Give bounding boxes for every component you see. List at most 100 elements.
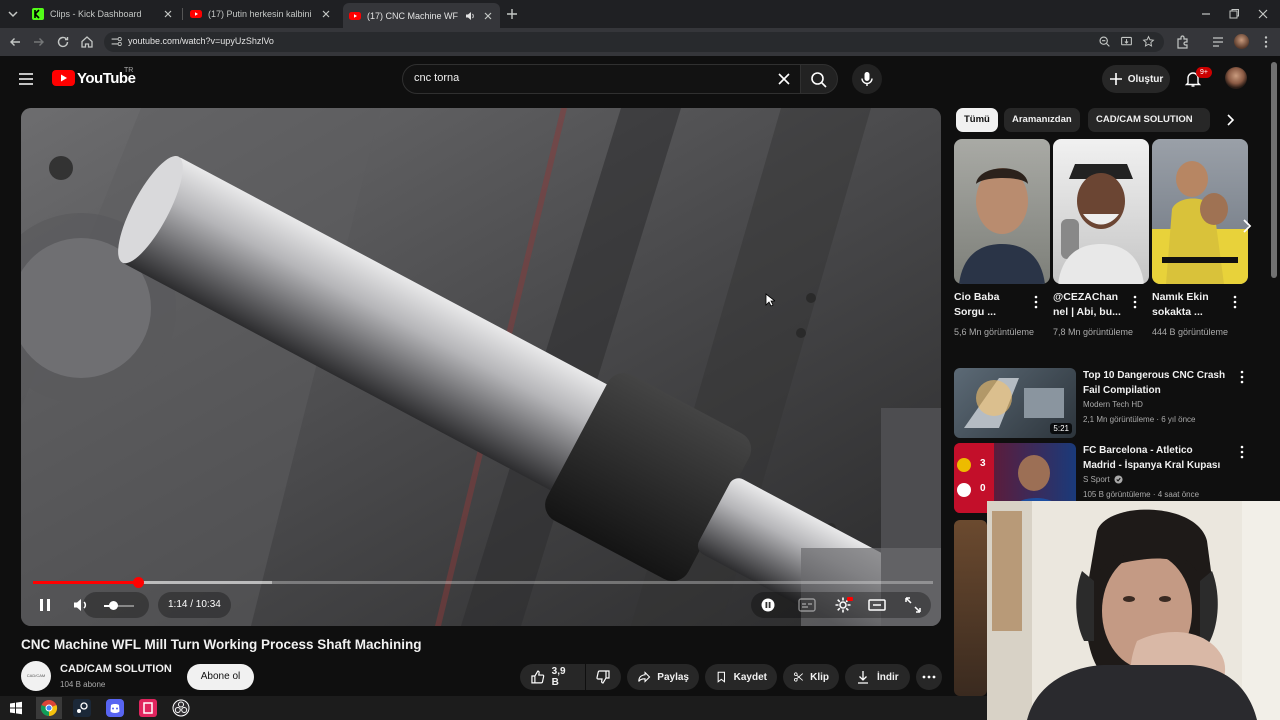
chrome-icon[interactable] [40, 699, 58, 717]
progress-played [33, 581, 139, 584]
subscribe-button[interactable]: Abone ol [187, 664, 254, 690]
short-title[interactable]: @CEZAChan nel | Abi, bu... [1053, 290, 1125, 320]
tab-title: (17) CNC Machine WFL Mill [367, 10, 458, 21]
new-tab-icon[interactable] [504, 6, 520, 22]
chip-from-search[interactable]: Aramanızdan [1004, 108, 1080, 132]
forward-icon[interactable] [31, 34, 47, 50]
search-button[interactable] [800, 64, 838, 94]
volume-knob[interactable] [109, 601, 118, 610]
more-vert-icon[interactable] [1237, 445, 1247, 459]
dislike-icon [596, 670, 610, 684]
close-tab-icon[interactable] [482, 10, 494, 22]
reload-icon[interactable] [55, 34, 71, 50]
download-button[interactable]: İndir [845, 664, 910, 690]
youtube-logo-icon[interactable] [52, 70, 75, 86]
subtitles-icon[interactable] [797, 595, 817, 615]
channel-avatar[interactable]: CAD/CAM [21, 661, 51, 691]
subscriber-count: 104 B abone [60, 680, 106, 689]
bookmark-star-icon[interactable] [1142, 35, 1155, 48]
recommendation-thumbnail[interactable]: 5:21 [954, 368, 1076, 438]
pause-icon[interactable] [35, 595, 55, 615]
search-input[interactable] [402, 64, 801, 94]
account-avatar[interactable] [1225, 67, 1247, 89]
clear-icon[interactable] [776, 71, 792, 87]
video-player[interactable]: 1:14 / 10:34 [21, 108, 941, 626]
progress-bar[interactable] [33, 577, 933, 588]
zoom-icon[interactable] [1098, 35, 1111, 48]
like-button[interactable]: 3,9 B [520, 664, 585, 690]
volume-slider[interactable] [104, 601, 134, 610]
chevron-right-icon[interactable] [1222, 112, 1238, 128]
profile-avatar[interactable] [1234, 34, 1249, 49]
video-duration: 5:21 [1050, 423, 1072, 434]
restore-icon[interactable] [1227, 7, 1241, 21]
recommendation-thumbnail-partial[interactable] [954, 520, 987, 696]
download-label: İndir [877, 671, 899, 683]
download-icon [858, 671, 868, 684]
create-button[interactable]: Oluştur [1102, 65, 1170, 93]
tab-audio-icon[interactable] [464, 10, 476, 22]
recommendation-title[interactable]: FC Barcelona - Atletico Madrid - İspanya… [1083, 443, 1228, 473]
home-icon[interactable] [79, 34, 95, 50]
dislike-button[interactable] [586, 664, 621, 690]
windows-start-icon[interactable] [7, 699, 25, 717]
recommendation-channel[interactable]: S Sport [1083, 475, 1110, 484]
voice-search-button[interactable] [852, 64, 882, 94]
clip-label: Klip [810, 671, 829, 683]
url-text[interactable]: youtube.com/watch?v=upyUzShzlVo [128, 36, 274, 46]
more-vert-icon[interactable] [1031, 295, 1041, 309]
short-thumbnail[interactable] [1053, 139, 1149, 284]
steam-icon[interactable] [73, 699, 91, 717]
site-info-icon[interactable] [110, 35, 123, 48]
tab-cnc-video[interactable]: (17) CNC Machine WFL Mill [343, 3, 500, 28]
short-thumbnail[interactable] [954, 139, 1050, 284]
more-vert-icon[interactable] [1237, 370, 1247, 384]
reading-list-icon[interactable] [1210, 34, 1226, 50]
obs-icon[interactable] [172, 699, 190, 717]
bookmark-icon [717, 671, 725, 683]
extensions-icon[interactable] [1175, 34, 1191, 50]
chip-all[interactable]: Tümü [956, 108, 998, 132]
scrollbar-thumb[interactable] [1271, 62, 1277, 278]
channel-name[interactable]: CAD/CAM SOLUTION [60, 663, 172, 675]
short-title[interactable]: Namık Ekin sokakta ... [1152, 290, 1224, 320]
chip-channel[interactable]: CAD/CAM SOLUTION [1088, 108, 1210, 132]
more-actions-button[interactable] [916, 664, 942, 690]
share-button[interactable]: Paylaş [627, 664, 699, 690]
more-icon [922, 675, 936, 679]
install-app-icon[interactable] [1120, 35, 1133, 48]
settings-icon[interactable] [833, 595, 853, 615]
time-display: 1:14 / 10:34 [158, 592, 231, 618]
more-vert-icon[interactable] [1130, 295, 1140, 309]
volume-icon[interactable] [71, 595, 91, 615]
clip-button[interactable]: Klip [783, 664, 839, 690]
score-away: 0 [980, 483, 986, 494]
search-value[interactable]: cnc torna [414, 72, 459, 84]
browser-menu-icon[interactable] [1258, 34, 1274, 50]
discord-icon[interactable] [106, 699, 124, 717]
more-vert-icon[interactable] [1230, 295, 1240, 309]
close-tab-icon[interactable] [162, 8, 174, 20]
autoplay-toggle-icon[interactable] [758, 595, 778, 615]
fullscreen-icon[interactable] [903, 595, 923, 615]
theater-icon[interactable] [867, 595, 887, 615]
menu-icon[interactable] [17, 70, 35, 88]
chevron-right-icon[interactable] [1236, 216, 1256, 236]
recommendation-channel[interactable]: Modern Tech HD [1083, 400, 1143, 409]
recommendation-title[interactable]: Top 10 Dangerous CNC Crash Fail Compilat… [1083, 368, 1228, 398]
close-window-icon[interactable] [1256, 7, 1270, 21]
tab-putin-video[interactable]: (17) Putin herkesin kalbini feth [184, 4, 338, 24]
short-views: 5,6 Mn görüntüleme [954, 327, 1035, 337]
mic-icon [861, 72, 873, 86]
short-title[interactable]: Cio Baba Sorgu ... [954, 290, 1026, 320]
close-tab-icon[interactable] [320, 8, 332, 20]
save-button[interactable]: Kaydet [705, 664, 777, 690]
tab-kick-dashboard[interactable]: Clips - Kick Dashboard [26, 4, 180, 24]
video-title: CNC Machine WFL Mill Turn Working Proces… [21, 637, 422, 652]
tab-search-chevron-icon[interactable] [5, 6, 21, 22]
save-label: Kaydet [733, 671, 767, 683]
app-icon[interactable] [139, 699, 157, 717]
short-thumbnail[interactable] [1152, 139, 1248, 284]
minimize-icon[interactable] [1199, 7, 1213, 21]
back-icon[interactable] [7, 34, 23, 50]
